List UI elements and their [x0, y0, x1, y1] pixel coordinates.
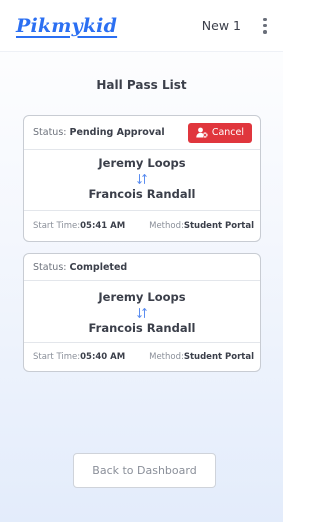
- cancel-button[interactable]: Cancel: [187, 122, 252, 143]
- kebab-dot: [263, 17, 267, 21]
- teacher-name: Francois Randall: [88, 187, 196, 201]
- card-body: Jeremy Loops Francois Randall: [24, 281, 260, 343]
- student-name: Jeremy Loops: [98, 156, 186, 170]
- method: Method:Student Portal: [149, 352, 254, 362]
- method-label: Method:: [149, 352, 184, 362]
- status-line: Status: Completed: [33, 262, 127, 273]
- start-time-label: Start Time:: [33, 352, 81, 362]
- back-to-dashboard-button[interactable]: Back to Dashboard: [73, 453, 216, 488]
- method-label: Method:: [149, 221, 184, 231]
- app-root: Pikmykid New 1 Hall Pass List Status: Pe…: [0, 0, 283, 522]
- kebab-menu-icon[interactable]: [259, 15, 271, 37]
- status-label: Status:: [33, 127, 67, 138]
- card-body: Jeremy Loops Francois Randall: [24, 150, 260, 211]
- kebab-dot: [263, 30, 267, 34]
- top-bar: Pikmykid New 1: [0, 0, 283, 52]
- cancel-button-label: Cancel: [211, 127, 244, 138]
- swap-arrows-icon: [24, 171, 260, 187]
- start-time: Start Time:05:41 AM: [33, 221, 125, 231]
- start-time-value: 05:40 AM: [80, 352, 126, 362]
- user-name[interactable]: New 1: [202, 18, 241, 33]
- status-value: Completed: [69, 261, 128, 273]
- user-cancel-icon: [196, 127, 208, 138]
- hall-pass-card: Status: Pending Approval Cancel Jeremy L…: [23, 115, 261, 242]
- start-time: Start Time:05:40 AM: [33, 352, 125, 362]
- status-line: Status: Pending Approval: [33, 127, 165, 138]
- status-value: Pending Approval: [69, 127, 165, 138]
- kebab-dot: [263, 23, 267, 28]
- method: Method:Student Portal: [149, 221, 254, 231]
- card-header: Status: Pending Approval Cancel: [24, 116, 260, 150]
- page-title: Hall Pass List: [96, 78, 187, 92]
- card-footer: Start Time:05:40 AM Method:Student Porta…: [24, 343, 260, 371]
- swap-arrows-icon: [24, 305, 260, 321]
- method-value: Student Portal: [183, 352, 254, 362]
- start-time-label: Start Time:: [33, 221, 81, 231]
- student-name: Jeremy Loops: [98, 290, 186, 304]
- card-footer: Start Time:05:41 AM Method:Student Porta…: [24, 211, 260, 241]
- method-value: Student Portal: [183, 221, 254, 231]
- hall-pass-card: Status: Completed Jeremy Loops Francois …: [23, 253, 261, 372]
- status-label: Status:: [33, 261, 67, 273]
- teacher-name: Francois Randall: [88, 321, 196, 335]
- start-time-value: 05:41 AM: [80, 221, 126, 231]
- card-header: Status: Completed: [24, 254, 260, 281]
- app-logo[interactable]: Pikmykid: [16, 15, 117, 37]
